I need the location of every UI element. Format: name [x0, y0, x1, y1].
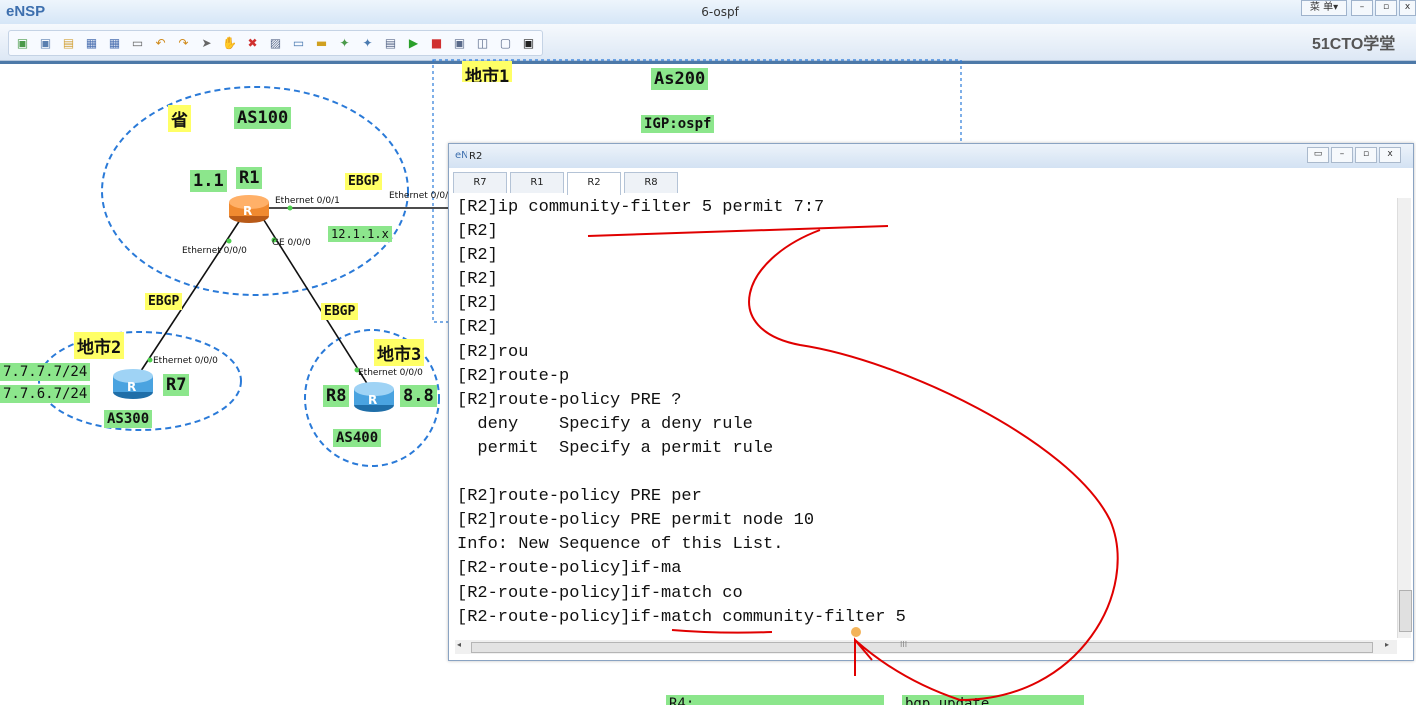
terminal-tabs: R7 R1 R2 R8	[453, 172, 681, 195]
as200-label: As200	[651, 68, 709, 90]
console-line: deny Specify a deny rule	[457, 414, 753, 434]
vertical-scroll-thumb[interactable]	[1399, 590, 1412, 632]
console-line: [R2]	[457, 246, 498, 266]
port-dot	[226, 238, 232, 244]
port-dot	[287, 205, 293, 211]
r1-ge000-label: GE 0/0/0	[272, 238, 311, 248]
console-output[interactable]: [R2]ip community-filter 5 permit 7:7 [R2]…	[457, 196, 1397, 636]
r7-label: R7	[163, 374, 190, 396]
r4-label: R4:	[666, 695, 884, 705]
vertical-scrollbar[interactable]	[1397, 198, 1412, 638]
console-line: [R2]route-policy PRE per	[457, 487, 702, 507]
bgp-update-label: bgp update	[902, 695, 1084, 705]
console-line: [R2]route-policy PRE permit node 10	[457, 511, 815, 531]
terminal-title-bar[interactable]: eNSP R2 ▭ – ▫ x	[449, 144, 1413, 168]
port-dot	[147, 357, 153, 363]
r7-net2-label: 7.7.6.7/24	[0, 385, 91, 403]
router-r7-glyph: R	[127, 380, 137, 394]
ebgp-label-r2: EBGP	[345, 173, 383, 190]
terminal-title: R2	[469, 151, 483, 162]
terminal-minimize-button[interactable]: –	[1331, 147, 1353, 163]
tab-r8[interactable]: R8	[624, 172, 678, 193]
r1-router-id: 1.1	[190, 170, 227, 192]
as300-label: AS300	[104, 410, 153, 428]
terminal-app-icon: eNSP	[455, 150, 467, 161]
console-line: [R2]route-p	[457, 366, 570, 386]
r2-eth000-label: Ethernet 0/0/0	[389, 191, 448, 201]
r7-eth000-label: Ethernet 0/0/0	[153, 356, 218, 366]
igp-label: IGP:ospf	[641, 115, 715, 133]
console-line: [R2]ip community-filter 5 permit 7:7	[457, 198, 825, 217]
horizontal-scroll-thumb[interactable]	[471, 642, 1373, 653]
as400-label: AS400	[333, 429, 382, 447]
r1-eth000-label: Ethernet 0/0/0	[182, 246, 247, 256]
scroll-left-arrow-icon[interactable]: ◂	[457, 640, 461, 649]
ebgp-label-r8: EBGP	[321, 303, 359, 320]
r7-net1-label: 7.7.7.7/24	[0, 363, 91, 381]
console-line: [R2]rou	[457, 342, 529, 362]
ebgp-label-r7: EBGP	[145, 293, 183, 310]
r8-router-id: 8.8	[400, 385, 437, 407]
router-r1-glyph: R	[243, 204, 253, 218]
console-line: [R2]	[457, 270, 498, 290]
link-subnet-label: 12.1.1.x	[328, 226, 392, 242]
scroll-grip-icon: III	[900, 640, 908, 649]
province-label: 省	[168, 105, 191, 132]
console-line: Info: New Sequence of this List.	[457, 535, 784, 555]
console-line: [R2-route-policy]if-match community-filt…	[457, 607, 906, 627]
tab-r7[interactable]: R7	[453, 172, 507, 193]
console-line: [R2]	[457, 294, 498, 314]
city1-label: 地市1	[462, 61, 513, 82]
tab-r2[interactable]: R2	[567, 172, 621, 195]
city2-label: 地市2	[74, 332, 125, 359]
as100-label: AS100	[234, 107, 292, 129]
r8-eth000-label: Ethernet 0/0/0	[358, 368, 423, 378]
scroll-right-arrow-icon[interactable]: ▸	[1385, 640, 1389, 649]
r1-label: R1	[236, 167, 263, 189]
tab-r1[interactable]: R1	[510, 172, 564, 193]
router-r8-glyph: R	[368, 393, 378, 407]
terminal-close-button[interactable]: x	[1379, 147, 1401, 163]
city3-label: 地市3	[374, 339, 425, 366]
r1-eth001-label: Ethernet 0/0/1	[275, 196, 340, 206]
terminal-option-button[interactable]: ▭	[1307, 147, 1329, 163]
console-line: permit Specify a permit rule	[457, 438, 774, 458]
console-line: [R2-route-policy]if-ma	[457, 559, 682, 579]
horizontal-scrollbar[interactable]: ◂ III ▸	[455, 640, 1397, 654]
r8-label: R8	[323, 385, 350, 407]
console-line: [R2]	[457, 222, 498, 242]
terminal-window[interactable]: eNSP R2 ▭ – ▫ x R7R1R2R8 [R2]ip communit…	[448, 143, 1414, 661]
console-line: [R2]route-policy PRE ?	[457, 390, 682, 410]
console-line: [R2-route-policy]if-match co	[457, 583, 743, 603]
terminal-maximize-button[interactable]: ▫	[1355, 147, 1377, 163]
console-line: [R2]	[457, 318, 498, 338]
